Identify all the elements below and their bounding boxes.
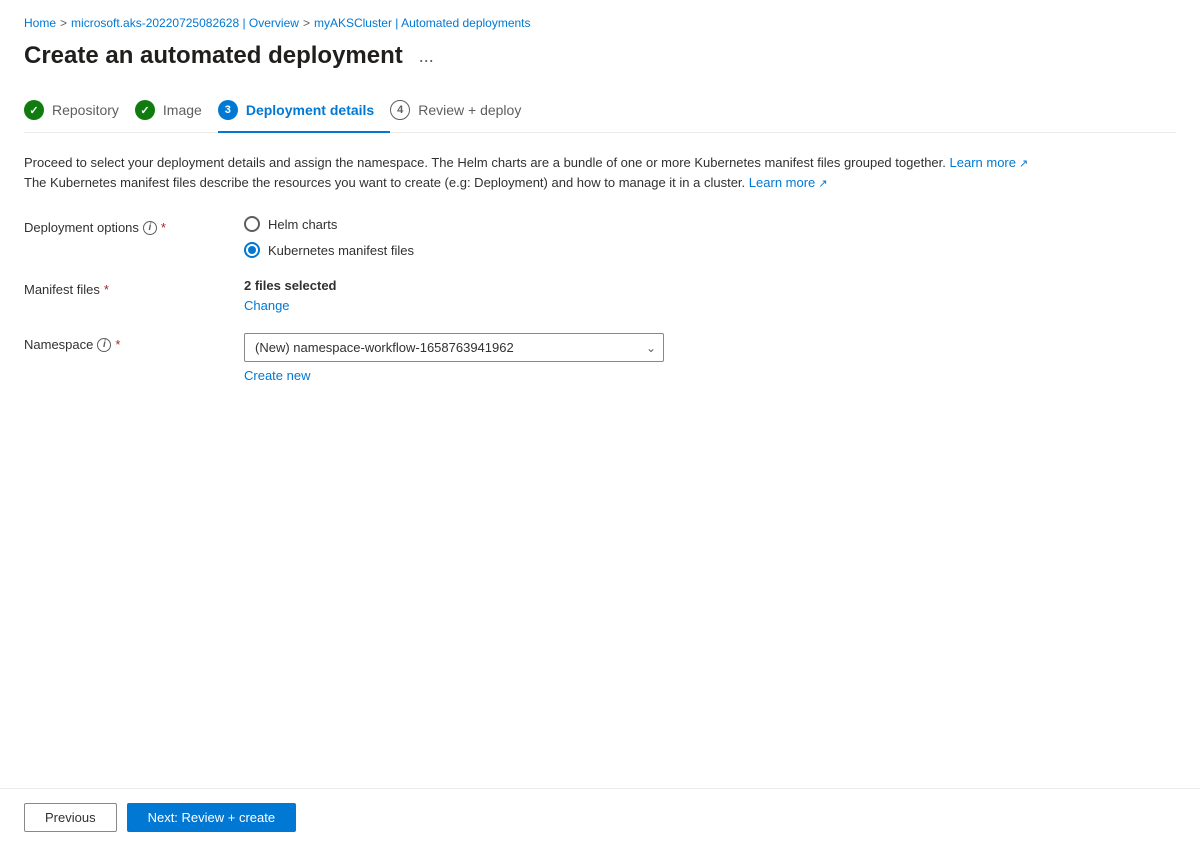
description-block: Proceed to select your deployment detail… xyxy=(24,153,1176,192)
namespace-required: * xyxy=(115,337,120,352)
step-deployment-details[interactable]: 3 Deployment details xyxy=(218,90,390,132)
step-circle-image: ✓ xyxy=(135,100,155,120)
description-line1: Proceed to select your deployment detail… xyxy=(24,153,1176,173)
breadcrumb-cluster[interactable]: myAKSCluster | Automated deployments xyxy=(314,16,531,30)
deployment-options-control: Helm charts Kubernetes manifest files xyxy=(244,216,1176,258)
step-label-repository: Repository xyxy=(52,102,119,118)
breadcrumb: Home > microsoft.aks-20220725082628 | Ov… xyxy=(24,16,1176,30)
breadcrumb-home[interactable]: Home xyxy=(24,16,56,30)
more-options-button[interactable]: ... xyxy=(413,44,440,69)
step-image[interactable]: ✓ Image xyxy=(135,90,218,132)
create-new-namespace-link[interactable]: Create new xyxy=(244,368,1176,383)
manifest-files-control: 2 files selected Change xyxy=(244,278,1176,313)
namespace-row: Namespace i * (New) namespace-workflow-1… xyxy=(24,333,1176,383)
next-button[interactable]: Next: Review + create xyxy=(127,803,297,832)
namespace-dropdown[interactable]: (New) namespace-workflow-1658763941962 xyxy=(244,333,664,362)
namespace-control: (New) namespace-workflow-1658763941962 ⌄… xyxy=(244,333,1176,383)
radio-dot-kubernetes xyxy=(248,246,256,254)
namespace-label: Namespace i * xyxy=(24,333,224,352)
manifest-files-row: Manifest files * 2 files selected Change xyxy=(24,278,1176,313)
page-title-row: Create an automated deployment ... xyxy=(24,42,1176,70)
step-circle-deployment: 3 xyxy=(218,100,238,120)
step-circle-review: 4 xyxy=(390,100,410,120)
description-line2: The Kubernetes manifest files describe t… xyxy=(24,173,1176,193)
page-title: Create an automated deployment xyxy=(24,42,403,70)
step-label-deployment: Deployment details xyxy=(246,102,374,118)
files-selected-text: 2 files selected xyxy=(244,278,1176,293)
previous-button[interactable]: Previous xyxy=(24,803,117,832)
radio-input-helm[interactable] xyxy=(244,216,260,232)
radio-kubernetes-manifest[interactable]: Kubernetes manifest files xyxy=(244,242,1176,258)
step-review-deploy[interactable]: 4 Review + deploy xyxy=(390,90,537,132)
step-label-image: Image xyxy=(163,102,202,118)
learn-more-link-2[interactable]: Learn more xyxy=(749,175,828,190)
breadcrumb-overview[interactable]: microsoft.aks-20220725082628 | Overview xyxy=(71,16,299,30)
radio-input-kubernetes[interactable] xyxy=(244,242,260,258)
change-files-link[interactable]: Change xyxy=(244,298,290,313)
learn-more-link-1[interactable]: Learn more xyxy=(950,155,1029,170)
deployment-options-info-icon[interactable]: i xyxy=(143,221,157,235)
wizard-steps: ✓ Repository ✓ Image 3 Deployment detail… xyxy=(24,90,1176,133)
radio-group: Helm charts Kubernetes manifest files xyxy=(244,216,1176,258)
deployment-options-row: Deployment options i * Helm charts Kuber… xyxy=(24,216,1176,258)
step-label-review: Review + deploy xyxy=(418,102,521,118)
radio-helm-charts[interactable]: Helm charts xyxy=(244,216,1176,232)
manifest-files-label: Manifest files * xyxy=(24,278,224,297)
step-repository[interactable]: ✓ Repository xyxy=(24,90,135,132)
namespace-dropdown-wrapper: (New) namespace-workflow-1658763941962 ⌄ xyxy=(244,333,664,362)
footer: Previous Next: Review + create xyxy=(0,788,1200,846)
manifest-files-required: * xyxy=(104,282,109,297)
deployment-options-label: Deployment options i * xyxy=(24,216,224,235)
step-circle-repository: ✓ xyxy=(24,100,44,120)
deployment-options-required: * xyxy=(161,220,166,235)
namespace-info-icon[interactable]: i xyxy=(97,338,111,352)
